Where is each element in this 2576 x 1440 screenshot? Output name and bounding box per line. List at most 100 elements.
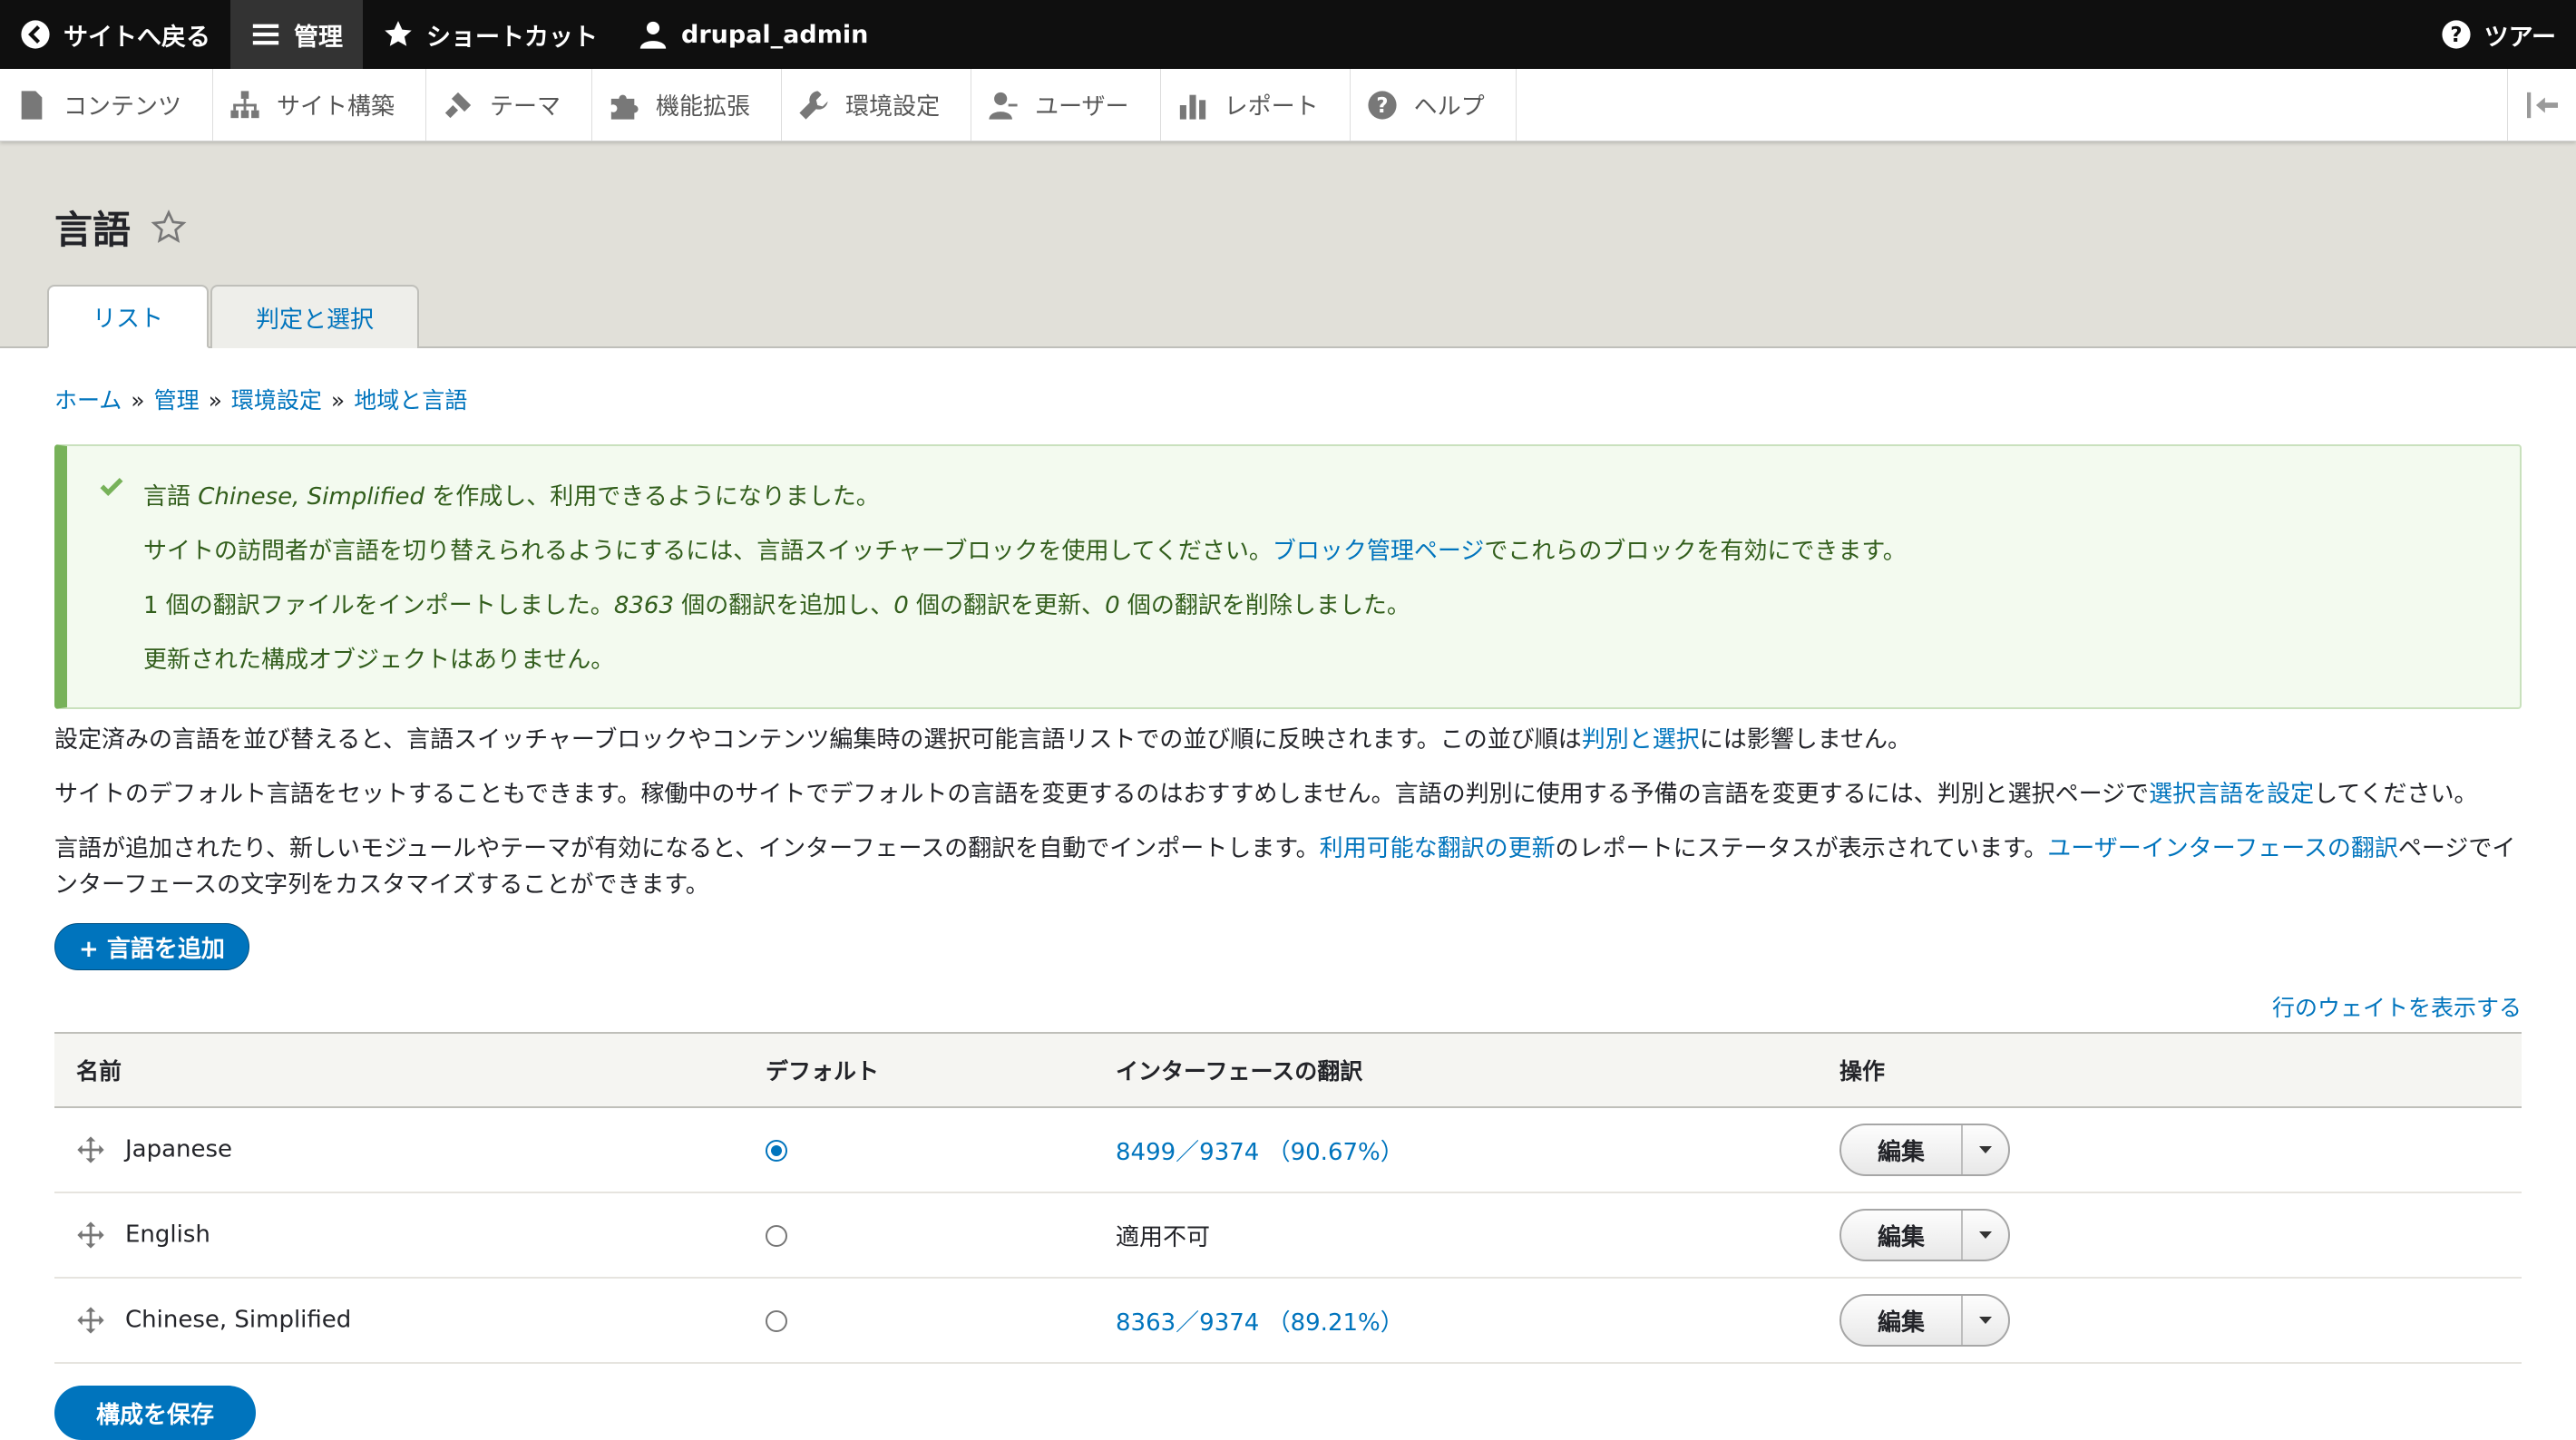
table-row: Chinese, Simplified 8363／9374 （89.21%） 編… xyxy=(54,1278,2522,1364)
message-text: 個の翻訳を削除しました。 xyxy=(1119,592,1410,619)
page-header: 言語 リスト 判定と選択 xyxy=(0,141,2576,348)
tab-list[interactable]: リスト xyxy=(47,285,210,348)
user-icon xyxy=(639,21,667,49)
dropbutton-toggle[interactable] xyxy=(1961,1125,2008,1174)
block-admin-link[interactable]: ブロック管理ページ xyxy=(1273,538,1484,565)
updated-count: 0 xyxy=(893,592,909,619)
cell-operations: 編集 xyxy=(1818,1192,2522,1279)
column-header-operations: 操作 xyxy=(1818,1032,2522,1108)
save-configuration-button[interactable]: 構成を保存 xyxy=(54,1386,257,1440)
edit-button[interactable]: 編集 xyxy=(1841,1211,1961,1260)
page-description: 設定済みの言語を並び替えると、言語スイッチャーブロックやコンテンツ編集時の選択可… xyxy=(54,722,2522,903)
main-content: ホーム » 管理 » 環境設定 » 地域と言語 言語 Chinese, Simplified… xyxy=(0,383,2576,1364)
back-to-site-link[interactable]: サイトへ戻る xyxy=(0,0,230,69)
language-name: Japanese xyxy=(125,1135,233,1163)
puzzle-icon xyxy=(610,94,639,120)
manage-tab[interactable]: 管理 xyxy=(230,0,363,69)
translation-status-text: 適用不可 xyxy=(1116,1223,1211,1251)
selected-language-link[interactable]: 選択言語を設定 xyxy=(2149,781,2314,808)
tray-item-label: ヘルプ xyxy=(1413,93,1485,121)
default-radio[interactable] xyxy=(766,1309,787,1332)
translation-status-link[interactable]: 8363／9374 （89.21%） xyxy=(1116,1309,1404,1337)
operations-dropbutton: 編集 xyxy=(1839,1124,2011,1176)
tab-detection-selection[interactable]: 判定と選択 xyxy=(210,285,420,348)
breadcrumb-home[interactable]: ホーム xyxy=(54,387,122,414)
tour-button[interactable]: ? ツアー xyxy=(2421,0,2576,69)
message-text: 個の翻訳を更新、 xyxy=(908,592,1106,619)
tray-spacer xyxy=(1517,69,2507,141)
default-radio[interactable] xyxy=(766,1224,787,1247)
user-label: drupal_admin xyxy=(681,20,869,49)
drag-handle-icon[interactable] xyxy=(76,1306,105,1335)
show-row-weights-link[interactable]: 行のウェイトを表示する xyxy=(2272,995,2522,1021)
breadcrumb-separator: » xyxy=(131,387,145,414)
dropbutton-toggle[interactable] xyxy=(1961,1211,2008,1260)
description-text: のレポートにステータスが表示されています。 xyxy=(1555,835,2048,862)
column-header-default: デフォルト xyxy=(744,1032,1094,1108)
translation-status-link[interactable]: 8499／9374 （90.67%） xyxy=(1116,1139,1404,1166)
edit-button[interactable]: 編集 xyxy=(1841,1296,1961,1345)
cell-translation: 8499／9374 （90.67%） xyxy=(1094,1107,1818,1193)
add-language-button[interactable]: + 言語を追加 xyxy=(54,923,249,970)
tray-item-help[interactable]: ? ヘルプ xyxy=(1351,69,1517,141)
cell-default xyxy=(744,1192,1094,1279)
operations-dropbutton: 編集 xyxy=(1839,1209,2011,1261)
ui-translation-link[interactable]: ユーザーインターフェースの翻訳 xyxy=(2047,835,2398,862)
table-body: Japanese 8499／9374 （90.67%） 編集 English 適… xyxy=(54,1107,2522,1364)
shortcuts-tab[interactable]: ショートカット xyxy=(363,0,618,69)
tray-item-label: サイト構築 xyxy=(277,93,395,121)
tray-item-label: テーマ xyxy=(490,93,561,121)
shortcuts-label: ショートカット xyxy=(426,23,598,52)
available-updates-link[interactable]: 利用可能な翻訳の更新 xyxy=(1320,835,1556,862)
operations-dropbutton: 編集 xyxy=(1839,1294,2011,1347)
paintbrush-icon xyxy=(444,92,472,118)
tray-item-configuration[interactable]: 環境設定 xyxy=(782,69,972,141)
message-text: 言語 xyxy=(143,483,199,511)
star-icon xyxy=(385,21,412,46)
help-icon: ? xyxy=(1367,90,1397,120)
manage-label: 管理 xyxy=(294,23,343,52)
breadcrumb-admin[interactable]: 管理 xyxy=(154,387,200,414)
tray-item-reports[interactable]: レポート xyxy=(1161,69,1351,141)
status-message: 言語 Chinese, Simplified を作成し、利用できるようになりまし… xyxy=(54,444,2522,709)
user-tab[interactable]: drupal_admin xyxy=(618,0,888,69)
admin-tray: コンテンツ サイト構築 テーマ 機能拡張 環境設定 ユーザー レポート ? ヘル… xyxy=(0,69,2576,141)
toolbar-right: ? ツアー xyxy=(2421,0,2576,69)
breadcrumb-separator: » xyxy=(330,387,346,414)
language-name: English xyxy=(125,1221,210,1249)
column-header-translation: インターフェースの翻訳 xyxy=(1094,1032,1818,1108)
drag-handle-icon[interactable] xyxy=(76,1135,105,1164)
weights-toggle-container: 行のウェイトを表示する xyxy=(54,990,2522,1023)
tray-item-label: レポート xyxy=(1224,93,1319,121)
caret-down-icon xyxy=(1979,1317,1993,1324)
detection-selection-link[interactable]: 判別と選択 xyxy=(1582,726,1700,754)
breadcrumb-regional[interactable]: 地域と言語 xyxy=(354,387,467,414)
caret-down-icon xyxy=(1979,1231,1993,1239)
tray-orientation-toggle[interactable] xyxy=(2507,69,2576,141)
default-radio[interactable] xyxy=(766,1139,787,1162)
sidebar-collapse-icon xyxy=(2526,92,2558,118)
breadcrumb-config[interactable]: 環境設定 xyxy=(231,387,322,414)
tray-item-structure[interactable]: サイト構築 xyxy=(213,69,427,141)
message-language-name: Chinese, Simplified xyxy=(198,483,424,511)
tray-item-label: 環境設定 xyxy=(845,93,941,121)
tray-item-appearance[interactable]: テーマ xyxy=(426,69,593,141)
added-count: 8363 xyxy=(613,592,674,619)
edit-button[interactable]: 編集 xyxy=(1841,1125,1961,1174)
description-text: 設定済みの言語を並び替えると、言語スイッチャーブロックやコンテンツ編集時の選択可… xyxy=(54,726,1582,754)
description-text: には影響しません。 xyxy=(1699,726,1912,754)
message-config-objects: 更新された構成オブジェクトはありません。 xyxy=(143,647,615,674)
tour-label: ツアー xyxy=(2483,23,2556,52)
back-arrow-icon xyxy=(21,20,50,49)
message-text: サイトの訪問者が言語を切り替えられるようにするには、言語スイッチャーブロックを使… xyxy=(143,538,1273,565)
dropbutton-toggle[interactable] xyxy=(1961,1296,2008,1345)
add-shortcut-star-icon[interactable] xyxy=(151,209,187,246)
tray-item-extend[interactable]: 機能拡張 xyxy=(592,69,783,141)
message-switcher-hint: サイトの訪問者が言語を切り替えられるようにするには、言語スイッチャーブロックを使… xyxy=(143,524,2483,579)
checkmark-icon xyxy=(100,478,123,496)
drag-handle-icon[interactable] xyxy=(76,1221,105,1250)
tray-item-content[interactable]: コンテンツ xyxy=(0,69,214,141)
tray-item-people[interactable]: ユーザー xyxy=(971,69,1161,141)
column-header-name: 名前 xyxy=(54,1032,744,1108)
message-language-created: 言語 Chinese, Simplified を作成し、利用できるようになりまし… xyxy=(143,470,2483,524)
